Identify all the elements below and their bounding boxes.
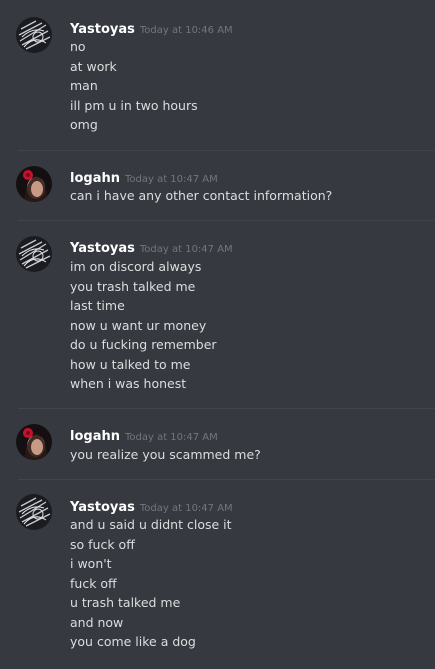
timestamp: Today at 10:47 AM [139, 503, 233, 514]
message-line: ill pm u in two hours [70, 97, 198, 113]
username[interactable]: Yastoyas [70, 22, 135, 37]
message-group: Yastoyas Today at 10:46 AM no at work man… [0, 0, 435, 150]
chat-messages[interactable]: Yastoyas Today at 10:46 AM no at work man… [0, 0, 435, 669]
timestamp: Today at 10:46 AM [139, 25, 233, 36]
red-flower-portrait-avatar-icon[interactable] [16, 166, 52, 202]
message-group: Yastoyas Today at 10:47 AM im on discord … [0, 221, 435, 408]
message-line: now u want ur money [70, 317, 207, 333]
message-line: you realize you scammed me? [70, 447, 261, 462]
message-line: fuck off [70, 575, 117, 591]
dark-sketch-avatar-icon[interactable] [16, 17, 52, 53]
message-line: so fuck off [70, 536, 135, 552]
message-line: u trash talked me [70, 595, 181, 610]
message-line: and now [70, 614, 124, 630]
message-line: no [70, 39, 86, 54]
message-line: you trash talked me [70, 278, 196, 294]
message-line: you come like a dog [70, 634, 196, 649]
timestamp: Today at 10:47 AM [124, 432, 218, 443]
message-header: logahn Today at 10:47 AM [70, 427, 218, 446]
message-line: how u talked to me [70, 356, 191, 372]
message-group: logahn Today at 10:47 AM you realize you … [0, 409, 435, 479]
message-line: i won't [70, 556, 112, 571]
message-line: do u fucking remember [70, 337, 217, 352]
dark-sketch-avatar-icon[interactable] [16, 494, 52, 530]
message-line: im on discord always [70, 259, 202, 274]
message-line: omg [70, 117, 98, 132]
username[interactable]: Yastoyas [70, 241, 135, 256]
dark-sketch-avatar-icon[interactable] [16, 236, 52, 272]
message-line: and u said u didnt close it [70, 517, 232, 532]
timestamp: Today at 10:47 AM [139, 244, 233, 255]
message-content: and u said u didnt close it so fuck off … [70, 515, 232, 652]
timestamp: Today at 10:47 AM [124, 174, 218, 185]
message-group: Yastoyas Today at 10:47 AM and u said u d… [0, 480, 435, 669]
message-content: you realize you scammed me? [70, 445, 261, 465]
red-flower-portrait-avatar-icon[interactable] [16, 424, 52, 460]
message-group: logahn Today at 10:47 AM can i have any o… [0, 151, 435, 220]
message-content: can i have any other contact information… [70, 186, 332, 206]
username[interactable]: logahn [70, 429, 120, 444]
message-content: im on discord always you trash talked me… [70, 257, 217, 394]
username[interactable]: logahn [70, 171, 120, 186]
message-content: no at work man ill pm u in two hours omg [70, 37, 198, 135]
message-line: can i have any other contact information… [70, 188, 333, 203]
message-line: at work [70, 58, 117, 74]
message-line: when i was honest [70, 376, 187, 391]
message-line: man [70, 78, 98, 93]
message-header: Yastoyas Today at 10:47 AM [70, 239, 233, 258]
username[interactable]: Yastoyas [70, 500, 135, 515]
message-line: last time [70, 298, 125, 313]
